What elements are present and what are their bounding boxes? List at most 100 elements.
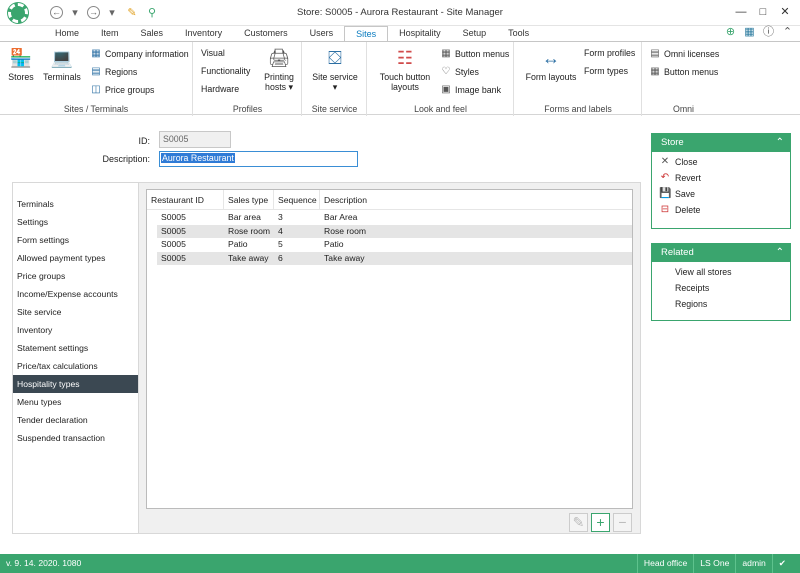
nav-item-hospitality-types[interactable]: Hospitality types [13,375,138,393]
minimize-icon[interactable]: — [730,3,752,21]
ribbon: 🏪 Stores 💻 Terminals ▦ Company informatio… [0,41,800,116]
edit-button[interactable]: ✎ [569,513,588,532]
company-information-button[interactable]: ▦ Company information [90,48,188,60]
column-header-description[interactable]: Description [320,190,440,209]
cell-sequence: 3 [278,212,283,222]
stores-button[interactable]: 🏪 Stores [4,46,38,83]
maximize-icon[interactable]: □ [752,3,774,21]
styles-icon: ♡ [441,66,451,77]
tab-inventory[interactable]: Inventory [174,26,233,41]
nav-item-inventory[interactable]: Inventory [13,321,138,339]
regions-link[interactable]: Regions [652,296,790,312]
building-icon: ▦ [91,48,101,59]
collapse-ribbon-icon[interactable]: ⌃ [781,26,794,39]
save-icon: 💾 [659,188,672,199]
nav-item-form-settings[interactable]: Form settings [13,231,138,249]
table-row[interactable]: S0005 Take away 6 Take away [157,251,632,265]
regions-button[interactable]: ▤ Regions [90,66,137,78]
window-title: Store: S0005 - Aurora Restaurant - Site … [297,7,503,18]
delete-link[interactable]: ⊟ Delete [652,202,790,218]
table-row[interactable]: S0005 Patio 5 Patio [157,238,632,252]
hierarchy-icon: ⛋ [328,47,342,68]
revert-link[interactable]: ↶ Revert [652,170,790,186]
store-panel-title: Store [661,137,684,148]
view-all-stores-link[interactable]: View all stores [652,264,790,280]
nav-item-terminals[interactable]: Terminals [13,195,138,213]
tab-customers[interactable]: Customers [233,26,299,41]
image-icon: ▣ [441,84,451,95]
form-profiles-button[interactable]: Form profiles [584,48,635,58]
nav-item-menu-types[interactable]: Menu types [13,393,138,411]
tab-tools[interactable]: Tools [497,26,540,41]
database-icon[interactable]: ▦ [743,26,756,39]
id-field: S0005 [159,131,231,148]
form-layouts-button[interactable]: ↔ Form layouts [521,46,581,83]
visual-profile-button[interactable]: Visual [201,48,225,58]
nav-item-tender-declaration[interactable]: Tender declaration [13,411,138,429]
terminals-button[interactable]: 💻 Terminals [40,46,84,83]
nav-item-price-groups[interactable]: Price groups [13,267,138,285]
price-groups-button[interactable]: ◫ Price groups [90,84,154,96]
nav-item-income-expense-accounts[interactable]: Income/Expense accounts [13,285,138,303]
form-types-button[interactable]: Form types [584,66,628,76]
nav-item-suspended-transaction[interactable]: Suspended transaction [13,429,138,447]
group-site-service: ⛋ Site service ▾ Site service [303,42,367,116]
cell-description: Bar Area [324,212,358,222]
site-service-button[interactable]: ⛋ Site service ▾ [309,46,361,93]
table-row[interactable]: S0005 Bar area 3 Bar Area [157,211,632,225]
group-profiles: Visual Functionality Hardware 🖨 Printing… [194,42,302,116]
functionality-profile-button[interactable]: Functionality [201,66,250,76]
status-bar: v. 9. 14. 2020. 1080 Head office LS One … [0,554,800,573]
cell-sequence: 4 [278,225,283,236]
store-icon: 🏪 [9,47,33,68]
connection-ok-icon: ✔ [771,554,792,573]
content-area: Restaurant ID Sales type Sequence Descri… [139,182,641,534]
store-panel: Store ⌃ ✕ Close ↶ Revert 💾 Save ⊟ Delete [651,133,791,229]
form-layout-icon: ↔ [542,47,560,68]
column-header-sales-type[interactable]: Sales type [224,190,274,209]
nav-item-settings[interactable]: Settings [13,213,138,231]
tab-sites[interactable]: Sites [344,26,389,42]
nav-item-statement-settings[interactable]: Statement settings [13,339,138,357]
chevron-up-icon: ⌃ [775,247,784,258]
window-controls: — □ ✕ [730,3,796,21]
add-button[interactable]: + [591,513,610,532]
hardware-profile-button[interactable]: Hardware [201,84,239,94]
help-icon[interactable]: ⓘ [762,26,775,39]
save-link[interactable]: 💾 Save [652,186,790,202]
status-right: Head office LS One admin ✔ [636,554,792,573]
version-text: v. 9. 14. 2020. 1080 [6,558,82,568]
related-panel-header[interactable]: Related ⌃ [652,244,790,262]
image-bank-button[interactable]: ▣ Image bank [440,84,501,96]
nav-item-allowed-payment-types[interactable]: Allowed payment types [13,249,138,267]
cell-restaurant-id: S0005 [161,252,186,263]
cell-sales-type: Patio [228,239,248,249]
close-link[interactable]: ✕ Close [652,154,790,170]
receipts-link[interactable]: Receipts [652,280,790,296]
store-panel-header[interactable]: Store ⌃ [652,134,790,152]
tab-setup[interactable]: Setup [452,26,498,41]
remove-button[interactable]: − [613,513,632,532]
tab-item[interactable]: Item [90,26,130,41]
table-row[interactable]: S0005 Rose room 4 Rose room [157,224,632,238]
nav-item-site-service[interactable]: Site service [13,303,138,321]
omni-button-menus-button[interactable]: ▦ Button menus [649,66,718,78]
tab-sales[interactable]: Sales [130,26,175,41]
close-icon: ✕ [660,156,670,167]
close-icon[interactable]: ✕ [774,3,796,21]
description-field[interactable]: Aurora Restaurant [159,151,358,167]
button-menus-button[interactable]: ▦ Button menus [440,48,509,60]
add-circle-icon[interactable]: ⊕ [724,26,737,39]
column-header-sequence[interactable]: Sequence [274,190,320,209]
tab-home[interactable]: Home [44,26,90,41]
touch-button-layouts-button[interactable]: ☷ Touch button layouts [376,46,434,93]
printing-hosts-button[interactable]: 🖨 Printing hosts ▾ [260,46,298,93]
tab-users[interactable]: Users [299,26,345,41]
nav-item-price-tax-calculations[interactable]: Price/tax calculations [13,357,138,375]
omni-licenses-button[interactable]: ▤ Omni licenses [649,48,719,60]
terminal-icon: 💻 [50,47,74,68]
styles-button[interactable]: ♡ Styles [440,66,479,78]
tab-hospitality[interactable]: Hospitality [388,26,452,41]
group-look-and-feel: ☷ Touch button layouts ▦ Button menus ♡ St… [368,42,514,116]
column-header-restaurant-id[interactable]: Restaurant ID [147,190,224,209]
